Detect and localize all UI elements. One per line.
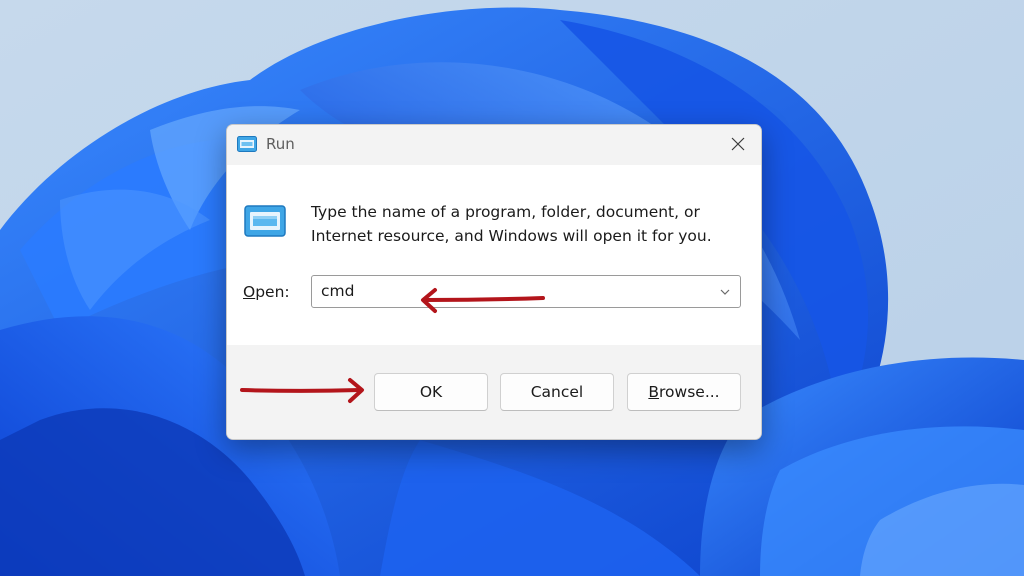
open-label: Open:	[243, 283, 290, 301]
dialog-description: Type the name of a program, folder, docu…	[311, 203, 712, 245]
open-label-text: pen:	[255, 283, 290, 301]
arrow-left-icon	[421, 288, 545, 313]
run-app-icon	[237, 136, 257, 152]
ok-button[interactable]: OK	[374, 373, 488, 411]
close-icon	[731, 137, 745, 151]
window-title: Run	[266, 135, 295, 153]
dialog-content: Type the name of a program, folder, docu…	[227, 165, 761, 345]
open-label-mnemonic: O	[243, 283, 256, 301]
title-bar[interactable]: Run	[227, 125, 761, 165]
browse-label: rowse...	[659, 383, 720, 401]
chevron-down-icon[interactable]	[718, 285, 732, 299]
open-input[interactable]: cmd	[321, 282, 354, 300]
run-icon	[244, 205, 286, 237]
arrow-right-icon	[240, 378, 364, 403]
browse-mnemonic: B	[648, 383, 660, 401]
close-button[interactable]	[715, 125, 761, 163]
cancel-button[interactable]: Cancel	[500, 373, 614, 411]
browse-button[interactable]: Browse...	[627, 373, 741, 411]
